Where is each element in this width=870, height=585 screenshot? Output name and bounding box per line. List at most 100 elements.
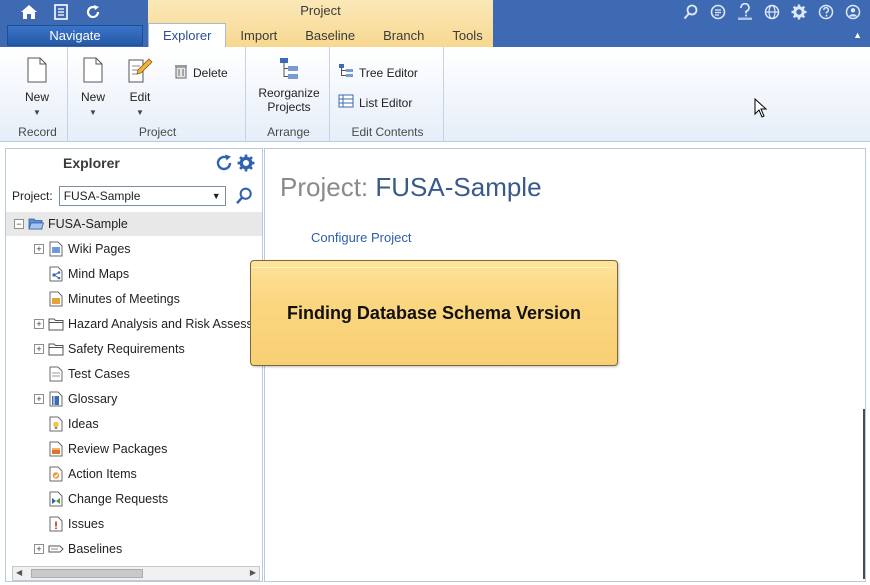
tree-item-safety-requirements[interactable]: + Safety Requirements xyxy=(6,337,262,361)
reorganize-projects-button[interactable]: Reorganize Projects xyxy=(253,57,325,114)
expand-icon[interactable]: + xyxy=(34,244,44,254)
tree-item-test-cases[interactable]: Test Cases xyxy=(6,362,262,386)
scroll-right-icon[interactable]: ▶ xyxy=(250,568,256,577)
tree-item-label: Action Items xyxy=(68,467,137,481)
tree-item-label: Minutes of Meetings xyxy=(68,292,180,306)
tree-item-ideas[interactable]: Ideas xyxy=(6,412,262,436)
collapse-ribbon-icon[interactable]: ▲ xyxy=(853,30,862,40)
tree-item-action-items[interactable]: Action Items xyxy=(6,462,262,486)
project-edit-label: Edit xyxy=(129,90,151,104)
scrollbar-thumb[interactable] xyxy=(31,569,143,578)
project-label: Project: xyxy=(12,189,53,203)
tree-item-minutes-of-meetings[interactable]: Minutes of Meetings xyxy=(6,287,262,311)
record-new-label: New xyxy=(24,90,49,104)
group-project: New ▼ Edit ▼ Delete Project xyxy=(70,47,246,142)
tree-editor-icon xyxy=(338,63,354,82)
dropdown-arrow-icon: ▼ xyxy=(211,191,221,201)
scroll-left-icon[interactable]: ◀ xyxy=(16,568,22,577)
project-selector-row: Project: FUSA-Sample ▼ xyxy=(12,186,226,206)
mindmap-icon xyxy=(48,266,64,282)
tab-tools[interactable]: Tools xyxy=(438,24,496,47)
page-title-project-name: FUSA-Sample xyxy=(375,172,542,202)
tree-item-label: Issues xyxy=(68,517,105,531)
project-search-icon[interactable] xyxy=(235,187,253,208)
tree-item-label: Mind Maps xyxy=(68,267,130,281)
project-new-button[interactable]: New ▼ xyxy=(73,57,113,117)
search-icon[interactable] xyxy=(680,2,702,22)
record-new-button[interactable]: New ▼ xyxy=(17,57,57,117)
minutes-icon xyxy=(48,291,64,307)
callout-highlight xyxy=(253,267,615,271)
collapse-icon[interactable]: − xyxy=(14,219,24,229)
how-icon[interactable] xyxy=(734,2,756,22)
explorer-panel: Explorer Project: FUSA-Sample ▼ − FUSA-S… xyxy=(5,148,263,582)
group-arrange-label: Arrange xyxy=(267,125,310,139)
globe-icon[interactable] xyxy=(761,2,783,22)
configure-project-link[interactable]: Configure Project xyxy=(311,230,411,245)
tree-item-issues[interactable]: Issues xyxy=(6,512,262,536)
callout-text: Finding Database Schema Version xyxy=(286,303,582,323)
tree-item-review-packages[interactable]: Review Packages xyxy=(6,437,262,461)
expand-icon[interactable]: + xyxy=(34,344,44,354)
list-icon[interactable] xyxy=(707,2,729,22)
project-delete-button[interactable]: Delete xyxy=(174,63,228,82)
tab-explorer[interactable]: Explorer xyxy=(148,23,227,47)
title-bar: Project Navigate Explorer Import Baselin… xyxy=(0,0,870,47)
group-edit-contents-label: Edit Contents xyxy=(351,125,424,139)
idea-icon xyxy=(48,416,64,432)
tree-editor-label: Tree Editor xyxy=(359,65,418,80)
tree-item-wiki-pages[interactable]: + Wiki Pages xyxy=(6,237,262,261)
explorer-settings-icon[interactable] xyxy=(237,154,255,175)
tree-item-change-requests[interactable]: Change Requests xyxy=(6,487,262,511)
tree-item-label: Safety Requirements xyxy=(68,342,185,356)
global-toolbar xyxy=(680,2,864,22)
tree-item-baselines[interactable]: + Baselines xyxy=(6,537,262,561)
tree-item-label: Glossary xyxy=(68,392,118,406)
expand-icon[interactable]: + xyxy=(34,319,44,329)
tree-item-project-root[interactable]: − FUSA-Sample xyxy=(6,212,262,236)
expand-icon[interactable]: + xyxy=(34,544,44,554)
navigate-button[interactable]: Navigate xyxy=(7,25,143,46)
dropdown-caret-icon: ▼ xyxy=(33,108,41,117)
tab-branch[interactable]: Branch xyxy=(369,24,438,47)
tab-import[interactable]: Import xyxy=(226,24,291,47)
trash-icon xyxy=(174,63,188,82)
help-icon[interactable] xyxy=(815,2,837,22)
tree-editor-button[interactable]: Tree Editor xyxy=(338,63,418,82)
page-title-prefix: Project: xyxy=(280,172,369,202)
tree-item-glossary[interactable]: + Glossary xyxy=(6,387,262,411)
page-title: Project: FUSA-Sample xyxy=(280,172,542,203)
list-editor-button[interactable]: List Editor xyxy=(338,93,412,112)
document-icon[interactable] xyxy=(50,2,72,22)
user-icon[interactable] xyxy=(842,2,864,22)
home-icon[interactable] xyxy=(18,2,40,22)
new-document-icon xyxy=(26,57,48,86)
project-select-value: FUSA-Sample xyxy=(63,189,141,203)
group-edit-contents: Tree Editor List Editor Edit Contents xyxy=(332,47,444,142)
ribbon-tabs: Explorer Import Baseline Branch Tools xyxy=(148,23,497,47)
explorer-horizontal-scrollbar[interactable]: ◀ ▶ xyxy=(12,566,260,581)
action-icon xyxy=(48,466,64,482)
tree-item-mind-maps[interactable]: Mind Maps xyxy=(6,262,262,286)
baseline-icon xyxy=(48,541,64,557)
wiki-icon xyxy=(48,241,64,257)
tree-item-label: Baselines xyxy=(68,542,123,556)
reorganize-label-line2: Projects xyxy=(267,100,311,114)
project-select[interactable]: FUSA-Sample ▼ xyxy=(58,186,226,206)
expand-icon[interactable]: + xyxy=(34,394,44,404)
issue-icon xyxy=(48,516,64,532)
refresh-icon[interactable] xyxy=(82,2,104,22)
tree-item-hazard-analysis[interactable]: + Hazard Analysis and Risk Assessment xyxy=(6,312,262,336)
tab-baseline[interactable]: Baseline xyxy=(291,24,369,47)
dropdown-caret-icon: ▼ xyxy=(136,108,144,117)
project-edit-button[interactable]: Edit ▼ xyxy=(120,57,160,117)
folder-icon xyxy=(48,341,64,357)
gear-icon[interactable] xyxy=(788,2,810,22)
tree-item-label: Change Requests xyxy=(68,492,169,506)
explorer-refresh-icon[interactable] xyxy=(214,153,234,176)
